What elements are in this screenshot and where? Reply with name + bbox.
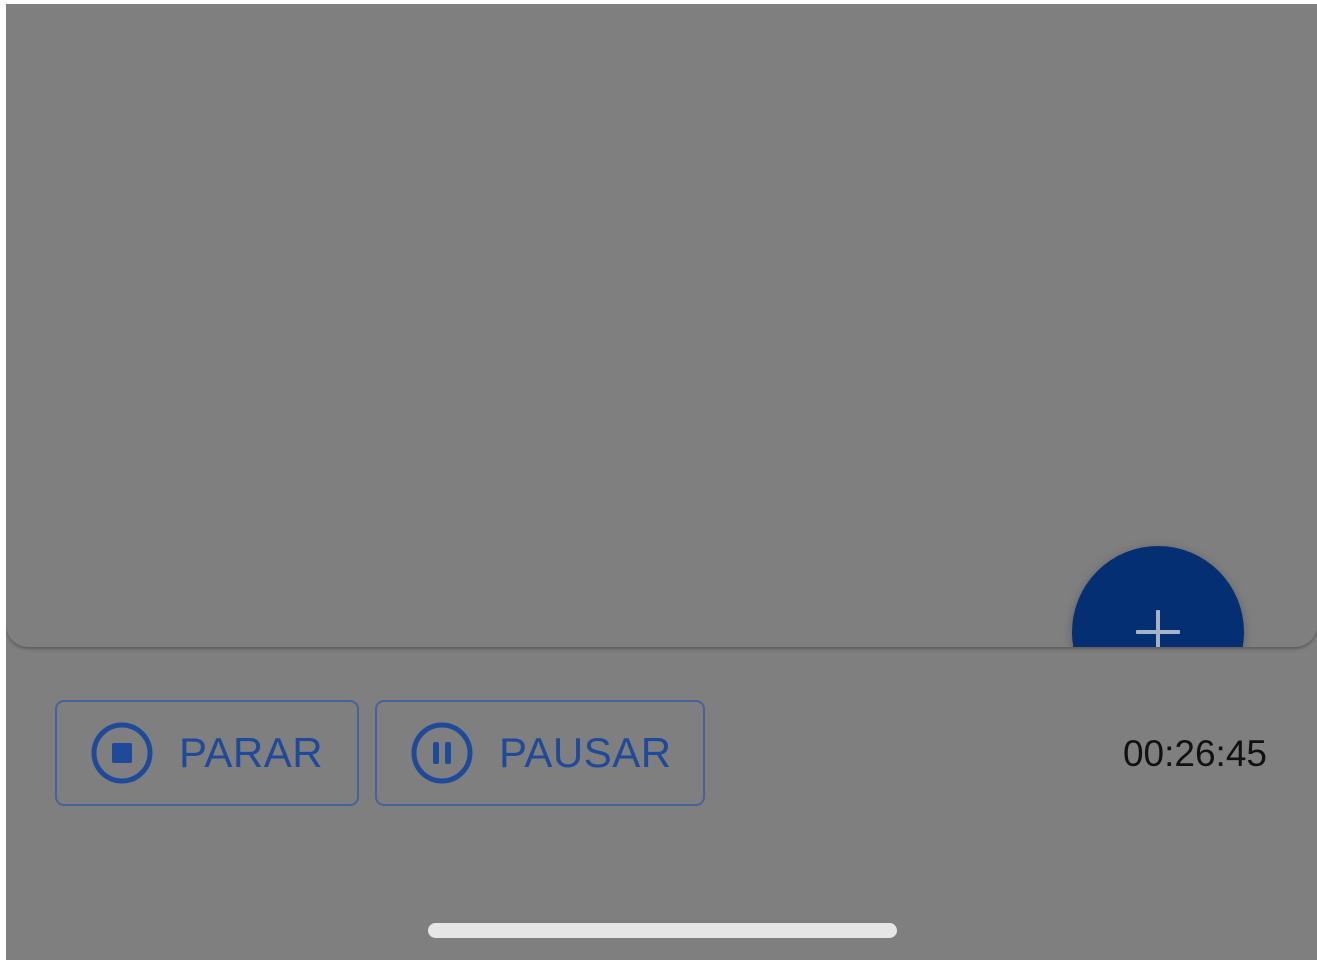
stop-button[interactable]: PARAR <box>55 700 359 806</box>
pause-button-label: PAUSAR <box>499 729 672 776</box>
home-indicator[interactable] <box>428 923 897 938</box>
content-card <box>6 4 1317 647</box>
add-fab-button[interactable] <box>1072 546 1244 647</box>
pause-circle-icon <box>411 722 473 784</box>
stop-circle-icon <box>91 722 153 784</box>
pause-button[interactable]: PAUSAR <box>375 700 705 806</box>
app-screen: PARAR PAUSAR 00:26:45 <box>6 4 1317 960</box>
elapsed-time: 00:26:45 <box>1122 733 1267 774</box>
plus-icon <box>1136 610 1180 647</box>
recording-control-bar: PARAR PAUSAR 00:26:45 <box>6 649 1317 960</box>
stop-button-label: PARAR <box>179 729 324 776</box>
